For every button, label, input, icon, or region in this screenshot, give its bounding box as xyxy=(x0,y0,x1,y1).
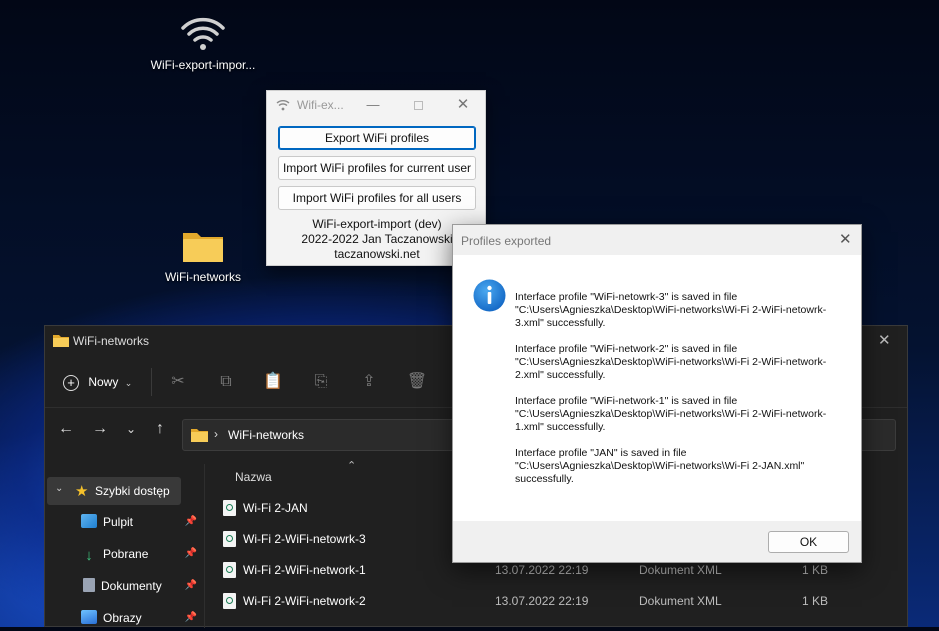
desktop-icon-label: WiFi-networks xyxy=(164,270,241,284)
sidebar-item-documents[interactable]: Dokumenty 📌 xyxy=(81,573,197,599)
back-arrow-icon[interactable]: ← xyxy=(55,418,77,440)
folder-icon xyxy=(183,233,223,262)
xml-file-icon xyxy=(223,593,236,609)
message-paragraph: Interface profile "WiFi-network-1" is sa… xyxy=(515,395,827,433)
download-icon: ↓ xyxy=(85,547,93,564)
xml-file-icon xyxy=(223,531,236,547)
recent-chevron-icon[interactable]: ⌄ xyxy=(120,418,142,440)
dialog-message: Interface profile "WiFi-netowrk-3" is sa… xyxy=(515,291,850,499)
file-size: 1 KB xyxy=(802,594,829,608)
folder-icon xyxy=(191,429,208,442)
explorer-title: WiFi-networks xyxy=(73,334,150,348)
sidebar-item-label: Pobrane xyxy=(103,547,149,561)
dialog-title: Profiles exported xyxy=(461,234,552,248)
sidebar-item-label: Obrazy xyxy=(103,611,142,625)
sidebar-item-label: Pulpit xyxy=(103,515,134,529)
file-row[interactable]: Wi-Fi 2-WiFi-network-2 13.07.2022 22:19 … xyxy=(217,587,907,615)
import-all-users-button[interactable]: Import WiFi profiles for all users xyxy=(278,186,476,210)
sort-ascending-icon: ⌃ xyxy=(347,460,357,472)
sidebar-item-pictures[interactable]: Obrazy 📌 xyxy=(81,605,197,631)
wifi-icon xyxy=(276,100,290,111)
navigation-pane: ⌄ ★ Szybki dostęp Pulpit 📌 ↓ Pobrane 📌 Do… xyxy=(45,464,205,628)
file-date: 13.07.2022 22:19 xyxy=(495,594,589,608)
column-header-name[interactable]: Nazwa xyxy=(235,470,272,484)
export-profiles-button[interactable]: Export WiFi profiles xyxy=(278,126,476,150)
desktop-icon-label: WiFi-export-impor... xyxy=(150,58,256,72)
paste-icon[interactable]: 📋 xyxy=(262,371,284,393)
info-icon xyxy=(473,279,506,312)
minimize-button[interactable]: — xyxy=(362,95,384,115)
maximize-icon xyxy=(413,101,423,110)
pictures-icon xyxy=(81,610,97,624)
app-title: Wifi-ex... xyxy=(297,98,344,112)
close-button[interactable]: ✕ xyxy=(452,95,474,115)
new-button-label: Nowy xyxy=(88,375,119,389)
desktop-icon xyxy=(81,514,97,528)
breadcrumb-separator-icon: › xyxy=(214,427,218,441)
sidebar-item-downloads[interactable]: ↓ Pobrane 📌 xyxy=(81,541,197,567)
pin-icon: 📌 xyxy=(184,548,197,559)
star-icon: ★ xyxy=(75,483,89,500)
documents-icon xyxy=(83,578,95,592)
dialog-close-button[interactable]: ✕ xyxy=(839,230,852,248)
up-arrow-icon[interactable]: ↑ xyxy=(149,418,171,440)
file-name: Wi-Fi 2-WiFi-network-1 xyxy=(243,563,366,577)
dialog-body: Interface profile "WiFi-netowrk-3" is sa… xyxy=(453,255,861,521)
share-icon[interactable]: ⇪ xyxy=(358,371,380,393)
pin-icon: 📌 xyxy=(184,612,197,623)
sidebar-item-desktop[interactable]: Pulpit 📌 xyxy=(81,509,197,535)
file-name: Wi-Fi 2-JAN xyxy=(243,501,308,515)
sidebar-item-quick-access[interactable]: ⌄ ★ Szybki dostęp xyxy=(47,477,181,505)
ok-button[interactable]: OK xyxy=(768,531,849,553)
app-titlebar: Wifi-ex... — ✕ xyxy=(267,91,485,119)
copy-icon[interactable]: ⧉ xyxy=(215,371,237,393)
pin-icon: 📌 xyxy=(184,580,197,591)
sidebar-item-label: Szybki dostęp xyxy=(95,484,170,498)
rename-icon[interactable]: ⎘ xyxy=(310,371,332,393)
chevron-down-icon: ⌄ xyxy=(55,483,64,494)
chevron-down-icon: ⌄ xyxy=(124,378,133,388)
explorer-close-button[interactable]: ✕ xyxy=(878,331,891,349)
wifi-icon xyxy=(181,17,225,50)
address-path: WiFi-networks xyxy=(228,428,305,442)
plus-circle-icon: + xyxy=(63,374,79,391)
delete-icon[interactable]: 🗑 xyxy=(406,371,428,393)
message-paragraph: Interface profile "JAN" is saved in file… xyxy=(515,447,805,485)
pin-icon: 📌 xyxy=(184,516,197,527)
message-paragraph: Interface profile "WiFi-network-2" is sa… xyxy=(515,343,827,381)
import-current-user-button[interactable]: Import WiFi profiles for current user xyxy=(278,156,476,180)
xml-file-icon xyxy=(223,500,236,516)
maximize-button[interactable] xyxy=(407,95,429,115)
file-name: Wi-Fi 2-WiFi-network-2 xyxy=(243,594,366,608)
new-button[interactable]: + Nowy ⌄ xyxy=(63,370,132,394)
xml-file-icon xyxy=(223,562,236,578)
toolbar-divider xyxy=(151,368,152,396)
dialog-titlebar: Profiles exported ✕ xyxy=(453,225,861,255)
cut-icon[interactable]: ✂ xyxy=(167,371,189,393)
profiles-exported-dialog: Profiles exported ✕ Interface profile "W… xyxy=(452,224,862,563)
forward-arrow-icon[interactable]: → xyxy=(89,418,111,440)
desktop-icon-wifi-export-import[interactable]: WiFi-export-impor... xyxy=(140,14,266,72)
desktop-icon-wifi-networks-folder[interactable]: WiFi-networks xyxy=(150,228,256,284)
sidebar-item-label: Dokumenty xyxy=(101,579,162,593)
file-name: Wi-Fi 2-WiFi-netowrk-3 xyxy=(243,532,366,546)
message-paragraph: Interface profile "WiFi-netowrk-3" is sa… xyxy=(515,291,827,329)
folder-icon xyxy=(53,335,69,347)
file-type: Dokument XML xyxy=(639,594,722,608)
